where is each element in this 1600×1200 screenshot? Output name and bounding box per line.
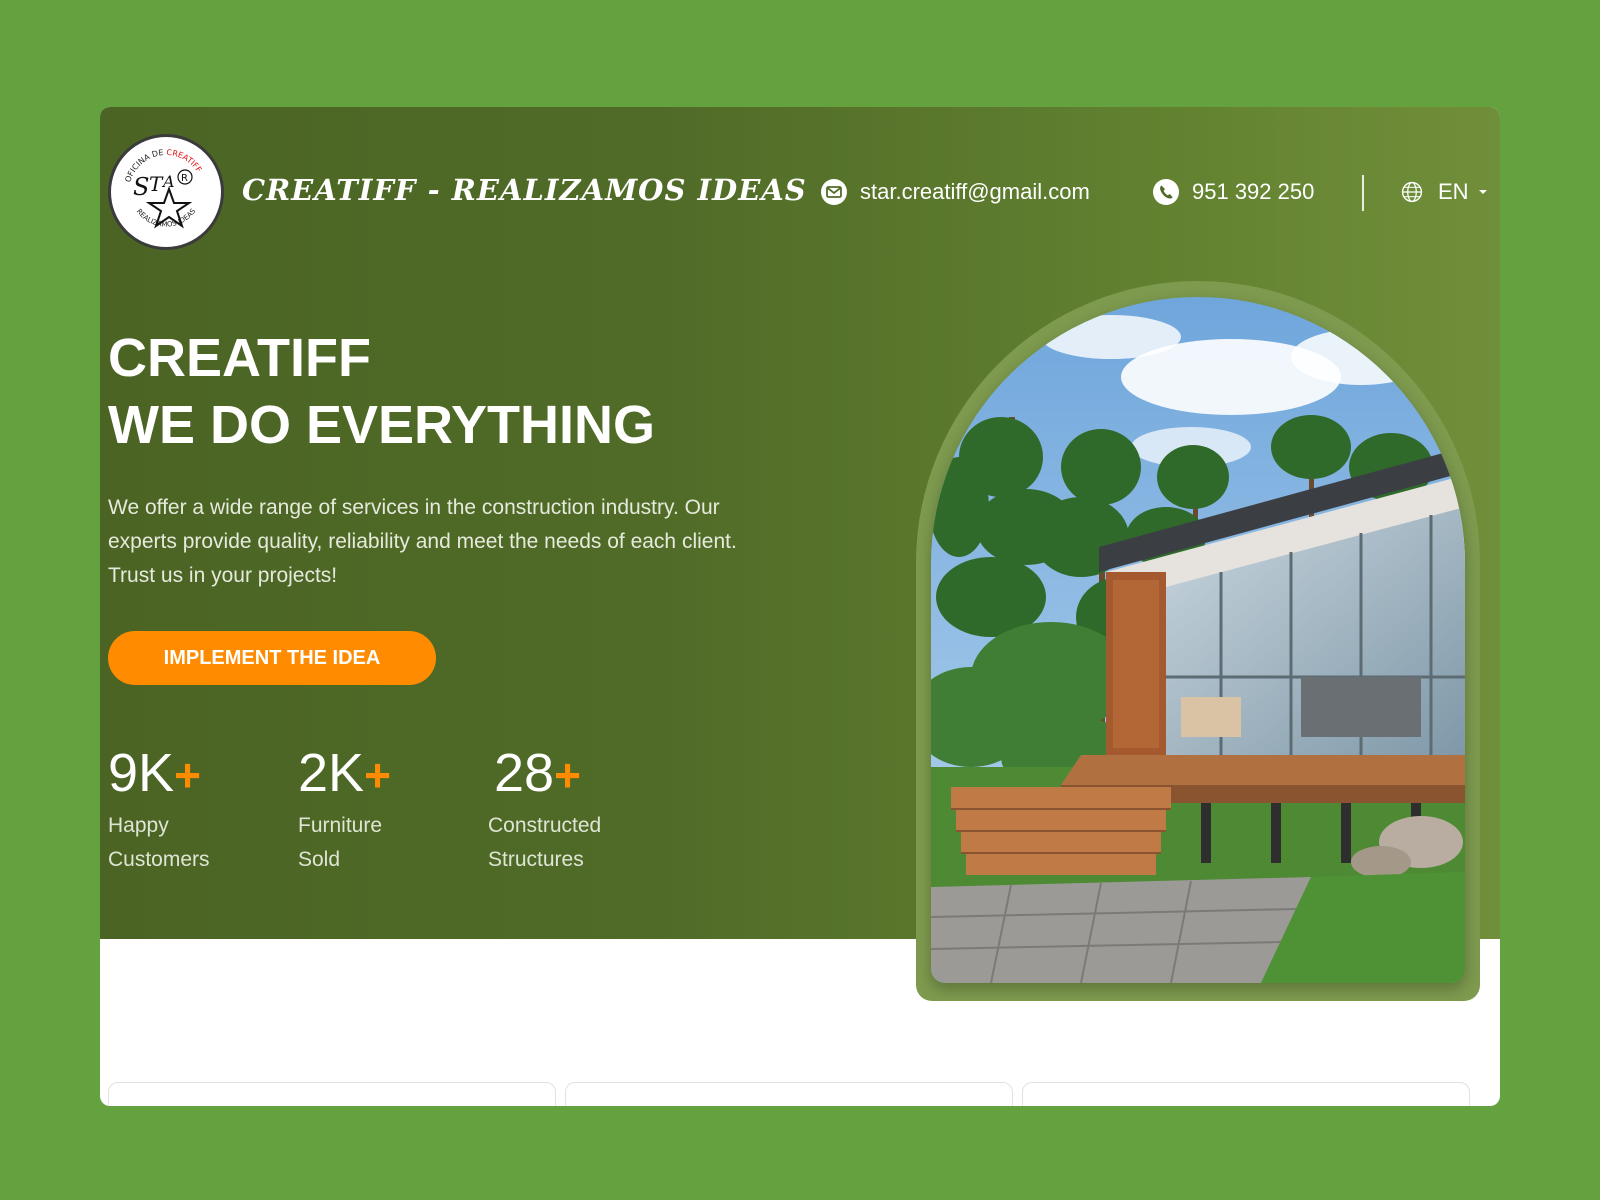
svg-text:R: R: [181, 173, 188, 184]
stat-plus: +: [364, 749, 391, 801]
stat-furniture-sold: 2K+ Furniture Sold: [298, 741, 391, 877]
stat-label: Furniture: [298, 814, 383, 837]
phone-icon: [1153, 179, 1179, 205]
stat-plus: +: [554, 749, 581, 801]
phone-link[interactable]: 951 392 250: [1152, 177, 1314, 207]
stat-plus: +: [174, 749, 201, 801]
svg-text:A: A: [161, 172, 175, 191]
caret-down-icon: [1478, 190, 1487, 194]
service-card[interactable]: [1022, 1082, 1470, 1106]
svg-text:S: S: [133, 173, 149, 201]
language-selector[interactable]: EN: [1400, 177, 1489, 207]
stat-value: 28: [494, 743, 555, 803]
service-card[interactable]: [565, 1082, 1013, 1106]
svg-text:T: T: [149, 172, 164, 196]
stat-label: Customers: [108, 848, 210, 871]
hero-house-image: [931, 297, 1465, 983]
stat-constructed-structures: 28+ Constructed Structures: [488, 741, 601, 877]
modern-house-illustration: [931, 297, 1465, 983]
stat-label: Sold: [298, 848, 341, 871]
stat-happy-customers: 9K+ Happy Customers: [108, 741, 210, 877]
stat-label: Constructed: [488, 814, 602, 837]
stat-value: 9K: [108, 743, 175, 803]
language-label: EN: [1438, 179, 1469, 204]
mail-icon: [821, 179, 847, 205]
implement-idea-button[interactable]: IMPLEMENT THE IDEA: [108, 631, 436, 685]
email-link[interactable]: star.creatiff@gmail.com: [820, 177, 1090, 207]
hero-title-line2: WE DO EVERYTHING: [108, 395, 656, 455]
hero-title-line1: CREATIFF: [108, 328, 371, 388]
brand-title[interactable]: CREATIFF - REALIZAMOS IDEAS: [242, 173, 807, 207]
phone-text: 951 392 250: [1192, 179, 1315, 204]
stat-label: Structures: [488, 848, 584, 871]
globe-icon: [1401, 181, 1423, 203]
hero-title: CREATIFF WE DO EVERYTHING: [108, 325, 655, 459]
company-logo[interactable]: OFICINA DE CREATIFF REALIZAMOS IDEAS S T…: [108, 134, 224, 250]
logo-emblem-icon: OFICINA DE CREATIFF REALIZAMOS IDEAS S T…: [123, 148, 203, 229]
email-text: star.creatiff@gmail.com: [860, 179, 1090, 204]
stat-label: Happy: [108, 814, 169, 837]
browser-frame: OFICINA DE CREATIFF REALIZAMOS IDEAS S T…: [100, 107, 1500, 1106]
header-divider: [1362, 175, 1364, 211]
stat-value: 2K: [298, 743, 365, 803]
hero-description: We offer a wide range of services in the…: [108, 496, 737, 587]
service-card[interactable]: [108, 1082, 556, 1106]
